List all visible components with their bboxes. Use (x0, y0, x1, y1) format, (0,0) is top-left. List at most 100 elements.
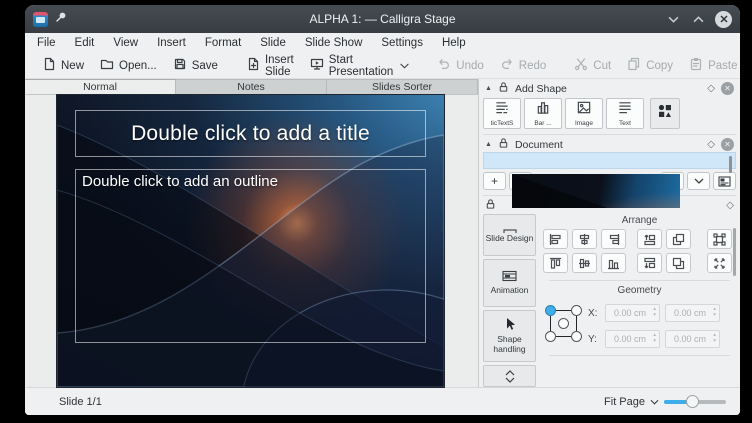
image-shape-icon (576, 100, 592, 120)
menu-format[interactable]: Format (205, 37, 241, 49)
group-shapes-button[interactable] (707, 229, 732, 249)
shape-collection-button[interactable] (650, 98, 680, 129)
anchor-selector[interactable] (545, 305, 582, 342)
bring-to-front-button[interactable] (666, 229, 691, 249)
anchor-center[interactable] (558, 318, 569, 329)
new-button[interactable]: New (35, 54, 91, 77)
start-presentation-button[interactable]: Start Presentation (303, 51, 417, 81)
send-to-back-button[interactable] (666, 253, 691, 273)
spinner-arrows-icon[interactable]: ▴▾ (713, 306, 716, 318)
save-button[interactable]: Save (166, 54, 225, 77)
add-shape-buttons: ticTextS Bar ... Image Text (483, 96, 736, 132)
tool-tabs: Slide Design Animation Shape handling (483, 214, 536, 387)
align-right-button[interactable] (601, 229, 626, 249)
slide-indicator: Slide 1/1 (59, 396, 102, 408)
image-shape-button[interactable]: Image (565, 98, 603, 129)
menu-edit[interactable]: Edit (75, 37, 95, 49)
width-field[interactable]: 0.00 cm ▴▾ (665, 304, 720, 322)
add-slide-button[interactable]: + (483, 172, 506, 190)
close-button[interactable] (715, 11, 732, 28)
float-docker-icon[interactable]: ◇ (707, 84, 715, 94)
redo-icon (500, 57, 514, 74)
titlebar[interactable]: ALPHA 1: — Calligra Stage (25, 5, 740, 33)
zoom-slider-handle[interactable] (686, 395, 699, 408)
maximize-button[interactable] (690, 11, 706, 27)
spinner-arrows-icon[interactable]: ▴▾ (653, 332, 656, 344)
lock-icon[interactable] (485, 198, 496, 213)
open-button[interactable]: Open... (93, 54, 164, 77)
undo-icon (437, 57, 451, 74)
tab-normal[interactable]: Normal (25, 79, 176, 94)
collapse-icon[interactable]: ▲ (485, 141, 492, 148)
tab-animation[interactable]: Animation (483, 259, 536, 307)
bar-chart-shape-icon (535, 100, 551, 120)
save-icon (173, 57, 187, 74)
tab-shape-handling[interactable]: Shape handling (483, 310, 536, 362)
menu-insert[interactable]: Insert (157, 37, 186, 49)
slide-editor[interactable]: Double click to add a title Double click… (57, 95, 444, 387)
align-bottom-button[interactable] (601, 253, 626, 273)
anchor-bottom-left[interactable] (545, 331, 556, 342)
lock-icon[interactable] (498, 81, 509, 96)
lower-shape-button[interactable] (637, 253, 662, 273)
tab-notes[interactable]: Notes (176, 79, 327, 94)
scissors-icon (574, 57, 588, 74)
text-shape-button[interactable]: Text (606, 98, 644, 129)
artistic-text-shape-button[interactable]: ticTextS (483, 98, 521, 129)
close-docker-icon[interactable]: ✕ (721, 138, 734, 151)
align-top-button[interactable] (543, 253, 568, 273)
slide-thumbnail-list[interactable] (483, 152, 736, 169)
outline-placeholder[interactable]: Double click to add an outline (75, 169, 426, 343)
menu-help[interactable]: Help (442, 37, 466, 49)
tab-slides-sorter[interactable]: Slides Sorter (327, 79, 478, 94)
height-field[interactable]: 0.00 cm ▴▾ (665, 330, 720, 348)
anchor-bottom-right[interactable] (571, 331, 582, 342)
menu-settings[interactable]: Settings (381, 37, 423, 49)
float-docker-icon[interactable]: ◇ (707, 140, 715, 150)
close-docker-icon[interactable]: ✕ (721, 82, 734, 95)
spinner-arrows-icon[interactable]: ▴▾ (653, 306, 656, 318)
menu-file[interactable]: File (37, 37, 56, 49)
spinner-arrows-icon[interactable]: ▴▾ (713, 332, 716, 344)
window-title: ALPHA 1: — Calligra Stage (25, 12, 740, 26)
menu-view[interactable]: View (113, 37, 138, 49)
collapse-icon[interactable]: ▲ (485, 85, 492, 92)
zoom-slider[interactable] (664, 395, 726, 409)
slide-properties-button[interactable] (713, 172, 736, 190)
insert-slide-button[interactable]: Insert Slide (239, 51, 301, 81)
raise-shape-button[interactable] (637, 229, 662, 249)
redo-button[interactable]: Redo (493, 54, 554, 77)
float-docker-icon[interactable]: ◇ (726, 201, 734, 211)
minimize-button[interactable] (665, 11, 681, 27)
tab-scroll-buttons[interactable] (483, 365, 536, 387)
animation-icon (502, 270, 517, 285)
align-center-horizontal-button[interactable] (572, 229, 597, 249)
tool-options-scrollbar[interactable] (733, 228, 736, 276)
bar-chart-shape-button[interactable]: Bar ... (524, 98, 562, 129)
anchor-top-right[interactable] (571, 305, 582, 316)
geometry-section-label: Geometry (543, 285, 736, 296)
cut-button[interactable]: Cut (567, 54, 618, 77)
copy-button[interactable]: Copy (620, 54, 680, 77)
zoom-mode-label[interactable]: Fit Page (604, 396, 645, 408)
menu-slide-show[interactable]: Slide Show (305, 37, 363, 49)
slide-canvas[interactable]: Double click to add a title Double click… (25, 95, 478, 387)
slide-1-thumbnail[interactable] (512, 174, 680, 208)
title-placeholder[interactable]: Double click to add a title (75, 110, 426, 157)
y-position-field[interactable]: 0.00 cm ▴▾ (605, 330, 660, 348)
x-position-field[interactable]: 0.00 cm ▴▾ (605, 304, 660, 322)
align-center-vertical-button[interactable] (572, 253, 597, 273)
lock-icon[interactable] (498, 137, 509, 152)
menu-slide[interactable]: Slide (260, 37, 286, 49)
align-left-button[interactable] (543, 229, 568, 249)
pin-icon[interactable] (55, 10, 67, 28)
chevron-down-icon[interactable] (650, 396, 659, 408)
anchor-top-left[interactable] (545, 305, 556, 316)
thumbnail-scrollbar[interactable] (729, 156, 732, 173)
shape-handling-options: Arrange (543, 214, 736, 387)
undo-button[interactable]: Undo (430, 54, 491, 77)
tab-slide-design[interactable]: Slide Design (483, 214, 536, 256)
move-slide-down-button[interactable] (687, 172, 710, 190)
ungroup-shapes-button[interactable] (707, 253, 732, 273)
paste-button[interactable]: Paste (682, 54, 740, 77)
